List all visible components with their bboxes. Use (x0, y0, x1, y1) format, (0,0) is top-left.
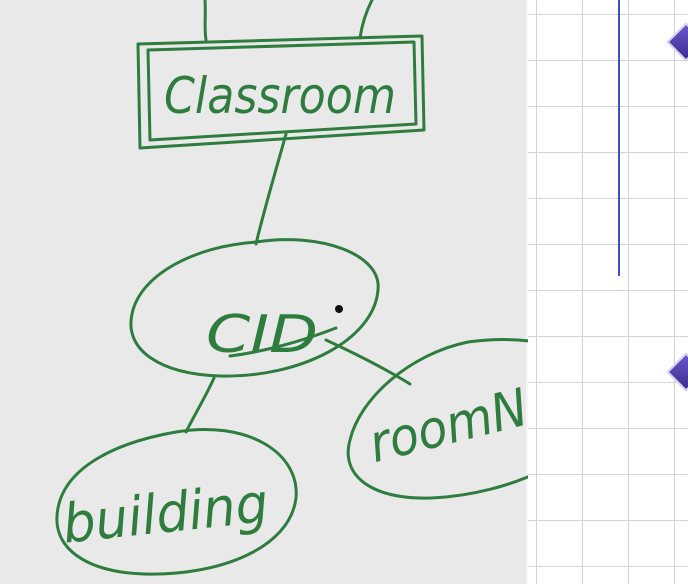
connector-cid-roomno (324, 338, 412, 386)
roomno-label: roomNo (363, 371, 528, 475)
grid-panel[interactable] (528, 0, 688, 584)
pen-cursor (335, 305, 343, 313)
cid-key-attribute[interactable]: CID (129, 238, 380, 378)
entity-label: Classroom (164, 67, 396, 125)
relationship-line-left (203, 0, 208, 42)
classroom-entity[interactable]: Classroom (136, 34, 426, 150)
connector-entity-cid (254, 132, 288, 246)
vertical-rule (618, 0, 620, 276)
er-diagram: Classroom CID building roomNo (55, 0, 528, 576)
relationship-line-right (358, 0, 374, 40)
building-label: building (60, 471, 271, 555)
cid-label: CID (206, 305, 318, 365)
building-attribute[interactable]: building (55, 427, 298, 576)
connector-cid-building (184, 376, 216, 434)
